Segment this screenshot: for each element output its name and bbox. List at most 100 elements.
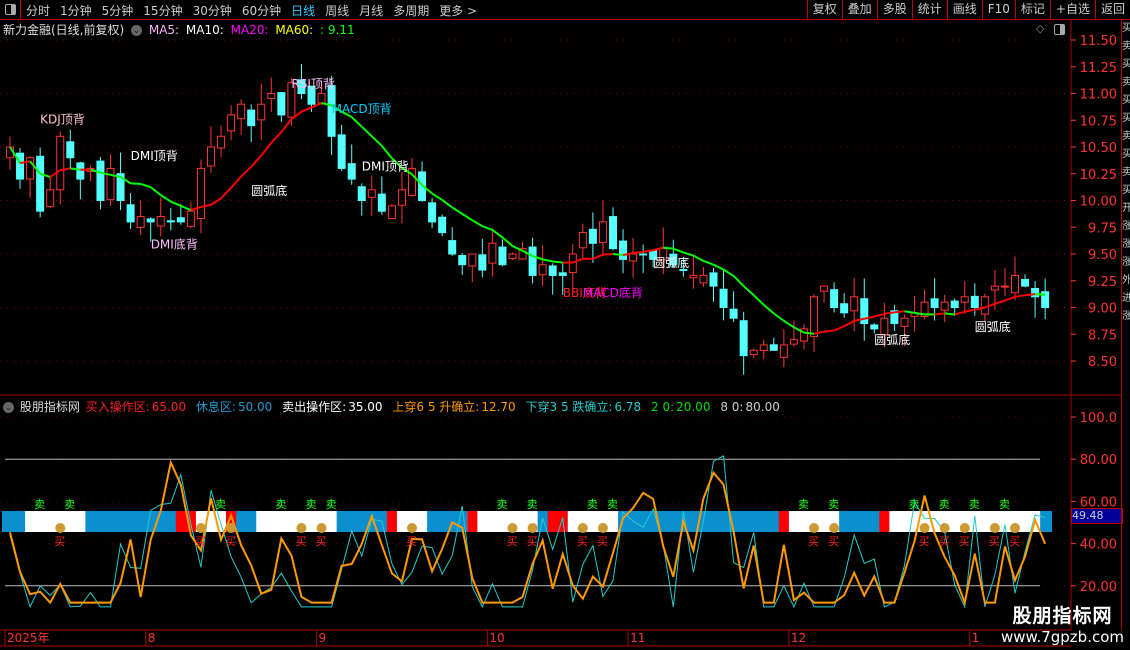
candle-body	[46, 189, 55, 208]
strip-glyph: 涨	[1122, 236, 1130, 254]
date-label: 8	[148, 631, 156, 645]
ma-line-segment	[542, 258, 553, 263]
strip-glyph: 卖	[1122, 38, 1130, 56]
ma-line-segment	[833, 325, 845, 332]
money-bag-icon	[195, 523, 206, 533]
candle-body	[217, 135, 226, 149]
candle-body	[146, 218, 155, 223]
money-bag-icon	[55, 523, 66, 533]
money-bag-icon	[226, 523, 237, 533]
indicator-axis-label: 40.00	[1080, 538, 1117, 553]
candle-body	[227, 114, 236, 132]
candle-body	[1000, 285, 1009, 288]
candle-body	[739, 320, 748, 357]
strip-glyph: 涨	[1122, 218, 1130, 236]
strip-glyph: 涨	[1122, 254, 1130, 272]
sell-signal: 卖	[939, 498, 950, 511]
candle-body	[639, 253, 648, 256]
candle-body	[709, 272, 718, 287]
signal-annotation: MACD底背	[583, 285, 643, 300]
price-axis-label: 11.25	[1080, 61, 1117, 76]
ma-line-segment	[874, 312, 885, 318]
signal-annotation: RSI顶背	[291, 77, 335, 91]
date-label: 12	[791, 631, 806, 645]
signal-annotation: 圆弧底	[874, 332, 910, 347]
sell-signal: 卖	[999, 498, 1010, 511]
ma-line-segment	[713, 263, 724, 271]
signal-annotation: DMI顶背	[131, 149, 178, 163]
money-bag-icon	[1010, 523, 1020, 533]
candle-body	[438, 216, 447, 234]
candle-body	[317, 93, 326, 104]
sell-signal: 卖	[909, 498, 920, 511]
candle-body	[789, 339, 798, 345]
candle-body	[428, 202, 437, 223]
ma-line-segment	[230, 175, 242, 189]
sell-signal: 卖	[587, 498, 598, 511]
candle-body	[779, 344, 788, 358]
candle-body	[267, 93, 276, 99]
kline-chart[interactable]: 11.50 11.25 11.00 10.75 10.50 10.25 10.00 9.75 9…	[0, 0, 1130, 650]
candle-body	[980, 296, 989, 315]
ma-line-segment	[692, 254, 704, 262]
sell-signal: 卖	[326, 498, 337, 511]
signal-annotation: 圆弧底	[653, 255, 689, 270]
strip-glyph: 开	[1122, 200, 1130, 218]
side-panel-strip[interactable]: 买卖买卖买买卖买卖买开涨涨涨外进涨	[1121, 20, 1130, 630]
candle-body	[508, 253, 517, 260]
sell-signal: 卖	[969, 498, 980, 511]
money-bag-icon	[809, 523, 819, 533]
candle-body	[930, 298, 939, 309]
buy-signal: 买	[959, 535, 970, 548]
ma-line-segment	[482, 225, 493, 231]
buy-signal: 买	[54, 535, 65, 548]
buy-signal: 买	[1009, 535, 1020, 548]
buy-signal: 买	[527, 535, 538, 548]
signal-annotation: DMI顶背	[362, 160, 409, 174]
price-axis-label: 11.50	[1080, 34, 1117, 49]
candle-body	[729, 308, 738, 319]
strip-glyph: 买	[1122, 110, 1130, 128]
oscillator-slow-line	[9, 459, 1047, 607]
ma-line-segment	[260, 142, 273, 157]
ma-line-segment	[140, 182, 152, 189]
sell-signal: 卖	[306, 498, 317, 511]
ma-line-segment	[461, 213, 473, 222]
ma-line-segment	[471, 219, 483, 228]
candle-body	[247, 109, 256, 127]
price-axis-label: 8.50	[1088, 355, 1117, 370]
ma-line-segment	[954, 310, 966, 316]
candle-body	[990, 285, 999, 291]
sell-signal: 卖	[64, 498, 75, 511]
candle-body	[759, 344, 768, 352]
ma-line-segment	[280, 118, 293, 133]
buy-signal: 买	[989, 535, 1000, 548]
zone-segment	[879, 511, 890, 532]
ma-line-segment	[150, 186, 162, 196]
ma-line-segment	[220, 186, 232, 200]
candle-body	[578, 232, 587, 249]
candle-body	[106, 167, 115, 201]
money-bag-icon	[507, 523, 518, 533]
price-axis-label: 10.00	[1080, 195, 1117, 210]
candle-body	[1011, 274, 1019, 294]
candle-body	[56, 135, 65, 191]
ma-line-segment	[1014, 294, 1026, 298]
sell-signal: 卖	[34, 498, 45, 511]
candle-body	[136, 216, 145, 228]
buy-signal: 买	[225, 535, 236, 548]
cursor-value-tag: 49.48	[1071, 508, 1123, 524]
price-axis-label: 11.00	[1080, 88, 1117, 103]
money-bag-icon	[527, 523, 538, 533]
buy-signal: 买	[939, 535, 950, 548]
ma-line-segment	[703, 260, 714, 266]
candle-body	[207, 146, 215, 167]
indicator-axis-label: 100.0	[1080, 411, 1117, 426]
candle-body	[337, 134, 346, 169]
date-label: 11	[630, 631, 645, 645]
candle-body	[377, 193, 386, 212]
ma-line-segment	[301, 106, 312, 113]
ma-line-segment	[351, 116, 363, 128]
candle-body	[448, 240, 457, 255]
ma-line-segment	[592, 253, 604, 260]
